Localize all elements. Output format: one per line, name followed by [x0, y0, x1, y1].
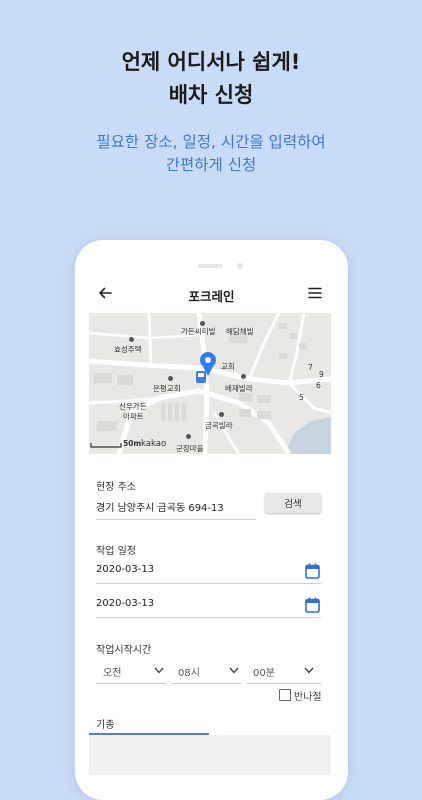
start-date-underline [96, 583, 321, 584]
location-map[interactable]: 가든씨티빌 해담채빌 효성주택 교회 은평교회 배재빌라 신우가든 아파트 금곡… [89, 313, 331, 454]
start-time-label: 작업시작시간 [96, 645, 152, 656]
map-poi-dot [241, 374, 246, 379]
chevron-down-icon[interactable] [229, 667, 239, 674]
half-day-label: 반나절 [294, 692, 322, 703]
hour-select[interactable]: 08시 [178, 664, 200, 679]
chevron-down-icon[interactable] [304, 667, 314, 674]
half-day-checkbox[interactable] [279, 689, 291, 701]
start-date-field[interactable]: 2020-03-13 [96, 564, 154, 575]
address-label: 현장 주소 [96, 482, 136, 493]
map-label: 가든씨티빌 [181, 327, 216, 336]
minute-select[interactable]: 00분 [253, 664, 275, 679]
map-label: 해담채빌 [226, 327, 254, 336]
promo-subtitle-line1: 필요한 장소, 일정, 시간을 입력하여 [96, 133, 326, 151]
promo-headline-line2: 배차 신청 [168, 83, 254, 107]
map-label: 7 [308, 363, 313, 372]
hamburger-menu-icon[interactable] [308, 287, 322, 299]
end-date-underline [96, 617, 321, 618]
schedule-label: 작업 일정 [96, 546, 136, 557]
calendar-icon[interactable] [305, 597, 320, 613]
map-poi-dot [129, 337, 134, 342]
promo-headline-line1: 언제 어디서나 쉽게! [121, 50, 301, 74]
phone-speaker [198, 264, 223, 268]
equipment-label: 기종 [96, 720, 115, 731]
map-scale: 50m [123, 439, 142, 448]
minute-underline [246, 683, 321, 684]
map-label: 교회 [221, 362, 235, 371]
address-underline [96, 519, 256, 520]
map-label: 6 [316, 381, 321, 390]
map-label: 아파트 [123, 412, 144, 421]
map-label: 금곡빌라 [205, 421, 233, 430]
app-bar: 포크레인 [75, 280, 348, 310]
calendar-icon[interactable] [305, 563, 320, 579]
address-value[interactable]: 경기 남양주시 금곡동 694-13 [96, 499, 224, 514]
map-brand: kakao [141, 439, 167, 449]
map-label: 은평교회 [153, 384, 181, 393]
map-poi-dot [219, 412, 224, 417]
ampm-underline [96, 683, 166, 684]
map-label: 9 [319, 370, 324, 379]
map-label: 효성주택 [114, 345, 142, 354]
equipment-focus-indicator [89, 733, 209, 735]
equipment-field[interactable] [89, 735, 331, 775]
address-search-button[interactable]: 검색 [265, 493, 321, 513]
end-date-field[interactable]: 2020-03-13 [96, 598, 154, 609]
map-label: 5 [299, 393, 304, 402]
map-label: 배재빌라 [225, 384, 253, 393]
hour-underline [171, 683, 241, 684]
ampm-select[interactable]: 오전 [103, 664, 121, 679]
map-poi-dot [168, 376, 173, 381]
phone-camera [237, 263, 243, 269]
phone-frame: 포크레인 가든씨티빌 해담채빌 효성주택 교회 은평교회 배재빌라 신우가든 아… [75, 240, 348, 800]
chevron-down-icon[interactable] [154, 667, 164, 674]
map-poi-dot [186, 434, 191, 439]
map-label: 군장마을 [176, 444, 204, 453]
promo-subtitle-line2: 간편하게 신청 [165, 156, 257, 174]
